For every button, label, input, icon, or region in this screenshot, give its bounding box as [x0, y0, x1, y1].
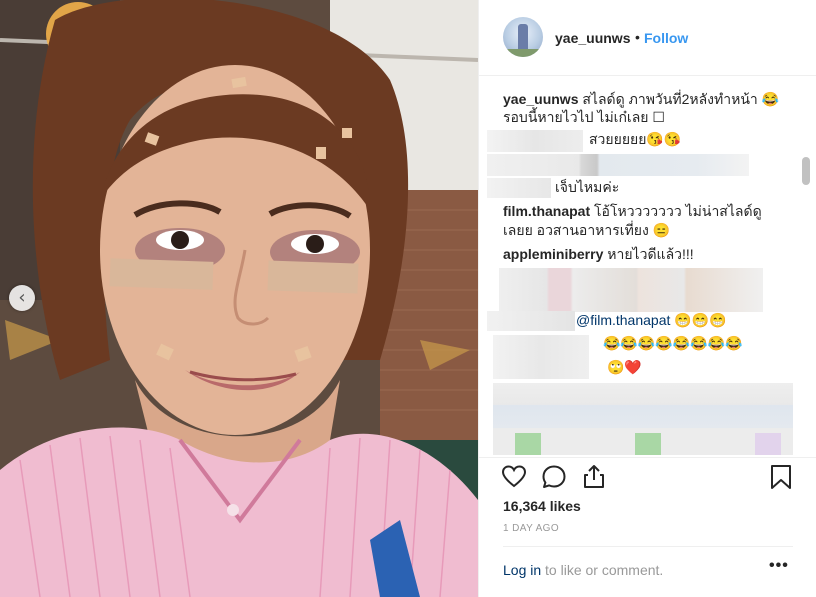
divider: [503, 546, 793, 547]
share-icon[interactable]: [581, 464, 607, 490]
header-separator: •: [635, 29, 640, 45]
bookmark-icon[interactable]: [769, 464, 793, 490]
blurred-emoji: [635, 433, 661, 455]
blurred-emoji: [515, 433, 541, 455]
post-actions: 16,364 likes 1 DAY AGO Log in to like or…: [479, 457, 816, 597]
post-header: yae_uunws • Follow: [479, 0, 816, 76]
blurred-username: [487, 311, 575, 331]
comment: appleminiberry หายไวดีแล้ว!!!: [503, 244, 694, 265]
comment-text: สวยยยยย😘😘: [589, 131, 682, 147]
follow-button[interactable]: Follow: [644, 30, 688, 46]
more-options-icon[interactable]: •••: [769, 557, 789, 575]
blurred-comment: [499, 268, 763, 312]
login-suffix: to like or comment.: [541, 562, 664, 578]
heart-icon[interactable]: [501, 464, 527, 490]
caption-text-line1: สไลด์ดู ภาพวันที่2หลังทำหน้า 😂: [582, 91, 780, 107]
avatar[interactable]: [503, 17, 543, 57]
comments-list[interactable]: yae_uunws สไลด์ดู ภาพวันที่2หลังทำหน้า 😂…: [479, 77, 816, 457]
likes-count[interactable]: 16,364 likes: [503, 498, 581, 514]
blurred-username: [487, 130, 583, 152]
post-photo[interactable]: ‹: [0, 0, 478, 597]
header-username[interactable]: yae_uunws: [555, 30, 630, 46]
comments-scrollbar[interactable]: [802, 157, 810, 185]
comment-username[interactable]: appleminiberry: [503, 246, 603, 262]
selfie-image: [0, 0, 478, 597]
blurred-username: [493, 335, 589, 379]
post-sidebar: yae_uunws • Follow yae_uunws สไลด์ดู ภาพ…: [478, 0, 816, 597]
comment: @film.thanapat 😁😁😁: [576, 310, 727, 331]
comment-text: 😁😁😁: [674, 312, 727, 328]
comment-text: หายไวดีแล้ว!!!: [607, 246, 694, 262]
previous-photo-arrow-icon[interactable]: ‹: [9, 285, 35, 311]
login-prompt: Log in to like or comment.: [503, 562, 663, 578]
comment-text: เจ็บไหมค่ะ: [555, 179, 620, 195]
comment-text: 🙄❤️: [607, 359, 642, 375]
comment: film.thanapat โอ้โหววววววว ไม่น่าสไลด์ดู: [503, 201, 762, 222]
comment-text: โอ้โหววววววว ไม่น่าสไลด์ดู: [594, 203, 762, 219]
comment-text: 😂😂😂😂😂😂😂😂: [603, 335, 743, 351]
blurred-username: [487, 178, 551, 198]
caption-username[interactable]: yae_uunws: [503, 91, 578, 107]
comment-mention[interactable]: @film.thanapat: [576, 312, 670, 328]
blurred-comment: [487, 154, 749, 176]
comment-username[interactable]: film.thanapat: [503, 203, 590, 219]
caption-text-line2: รอบนี้หายไวไป ไม่เก๋เลย ☐: [503, 109, 665, 125]
comment-text: เลยย อวสานอาหารเที่ยง 😑: [503, 222, 671, 238]
login-link[interactable]: Log in: [503, 562, 541, 578]
blurred-emoji: [755, 433, 781, 455]
comment-bubble-icon[interactable]: [541, 464, 567, 490]
post-timestamp[interactable]: 1 DAY AGO: [503, 523, 559, 534]
